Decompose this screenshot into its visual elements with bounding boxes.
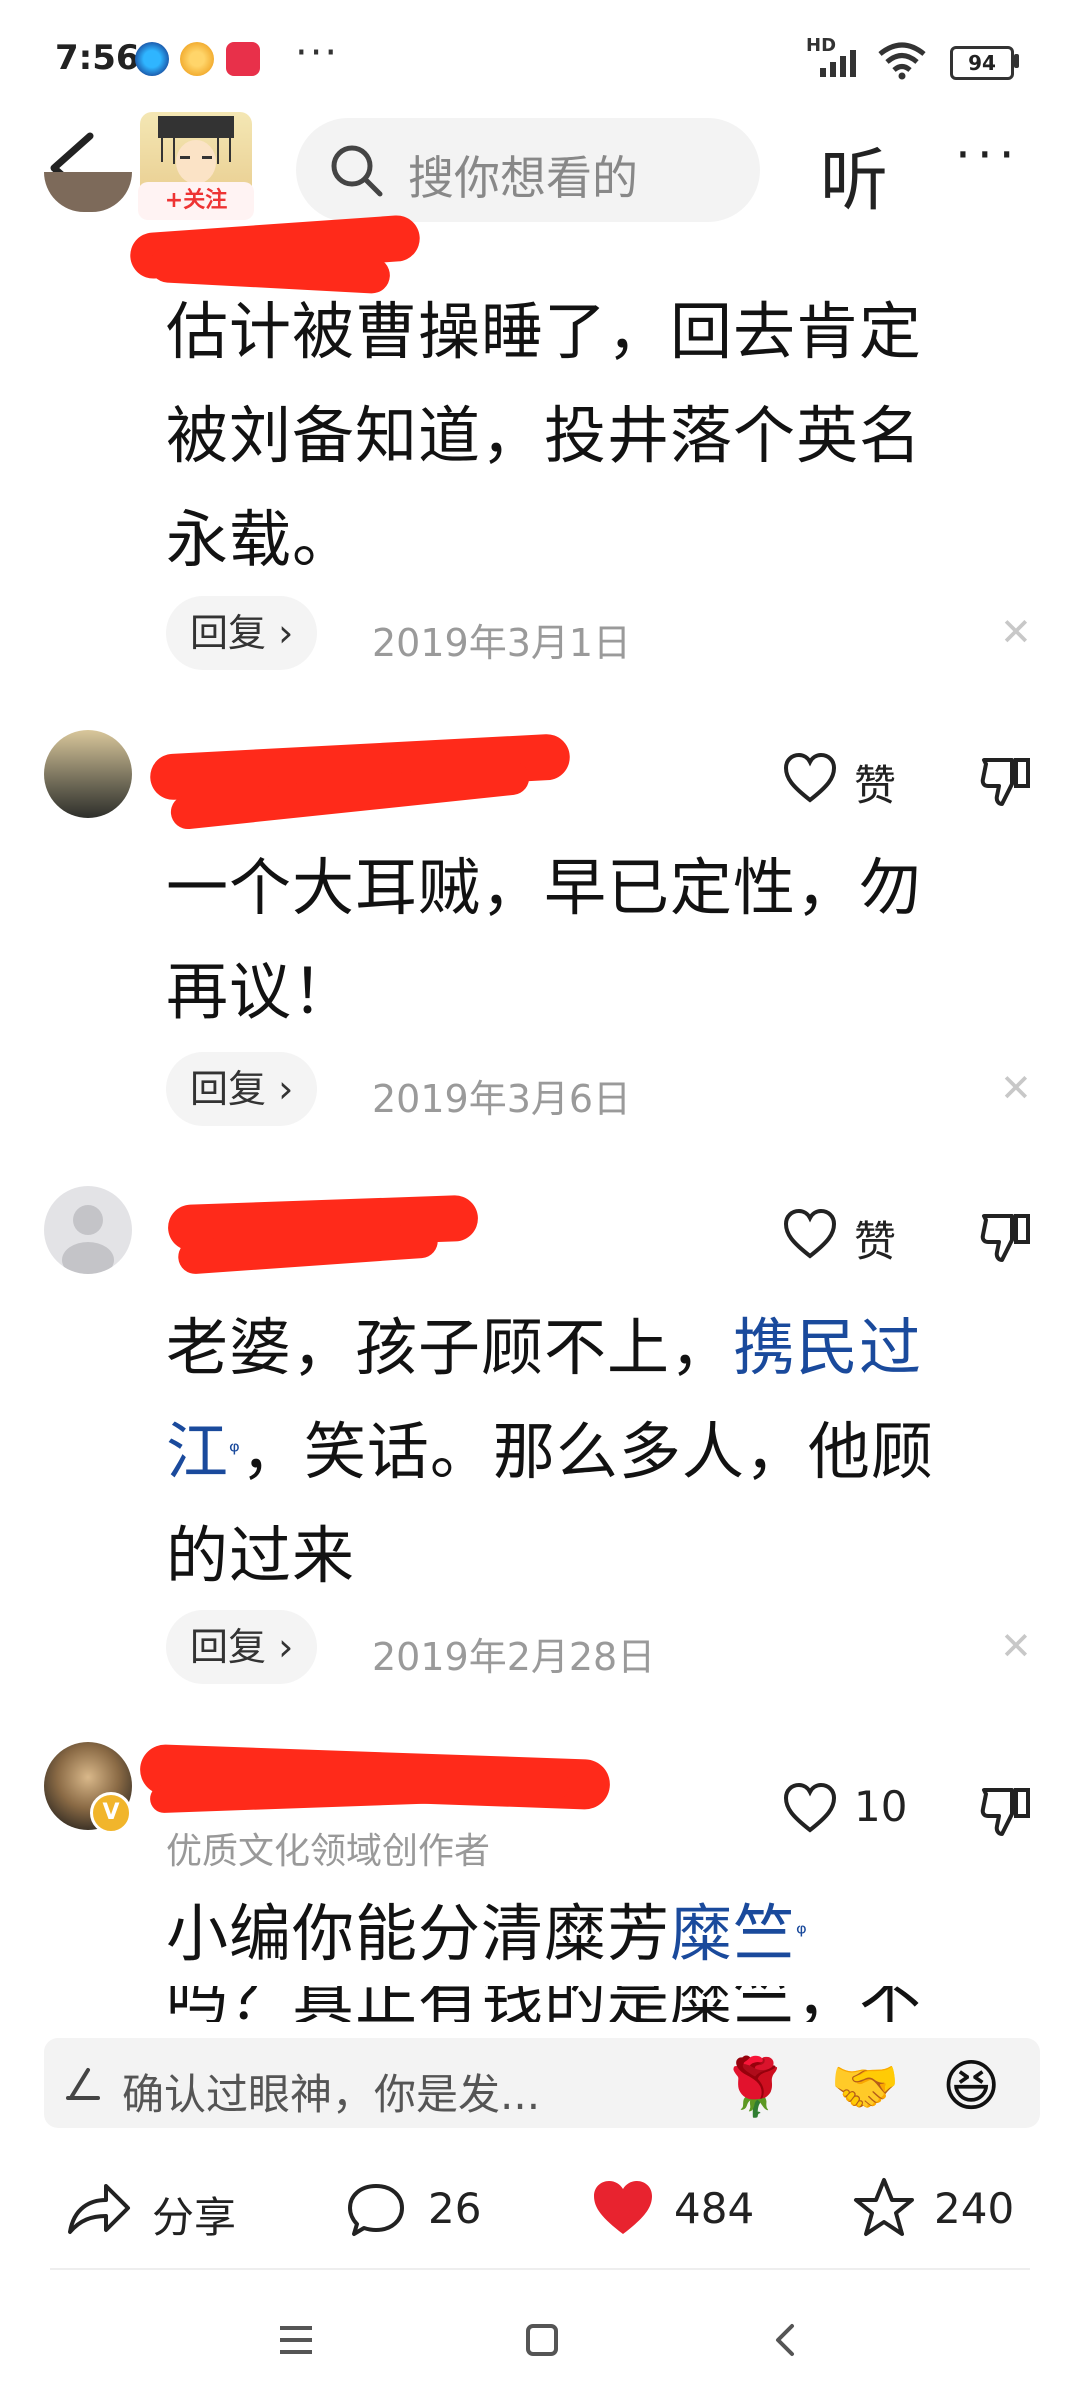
comment-text-line: 江ᵠ，笑话。那么多人，他顾 xyxy=(166,1400,934,1504)
comment-bubble-icon[interactable] xyxy=(346,2180,406,2240)
battery-tip xyxy=(1014,54,1019,68)
search-link-icon: ᵠ xyxy=(796,1919,808,1949)
dismiss-icon[interactable]: ✕ xyxy=(1000,610,1032,654)
pen-icon xyxy=(66,2068,100,2100)
search-placeholder: 搜你想看的 xyxy=(408,151,638,205)
home-nav-icon[interactable] xyxy=(524,2322,560,2358)
dismiss-icon[interactable]: ✕ xyxy=(1000,1624,1032,1668)
reply-label: 回复 xyxy=(190,1625,267,1669)
reply-button[interactable]: 回复 › xyxy=(166,1052,318,1126)
dislike-thumb-icon[interactable] xyxy=(978,1784,1034,1840)
comment-date: 2019年2月28日 xyxy=(372,1635,656,1679)
likes-count[interactable]: 484 xyxy=(674,2184,754,2233)
comment-text: 小编你能分清糜芳 xyxy=(166,1897,671,1970)
status-bar: 7:56 ··· HD 94 xyxy=(0,0,1080,120)
status-time: 7:56 xyxy=(55,38,140,78)
battery-indicator: 94 xyxy=(950,46,1014,80)
like-heart-icon[interactable] xyxy=(782,1208,838,1260)
default-user-icon xyxy=(62,1205,114,1274)
comment-text-line: 被刘备知道，投井落个英名 xyxy=(166,399,923,472)
dislike-thumb-icon[interactable] xyxy=(978,754,1034,810)
star-icon[interactable] xyxy=(852,2176,916,2238)
favorites-count[interactable]: 240 xyxy=(934,2184,1014,2233)
like-heart-icon[interactable] xyxy=(782,752,838,804)
topic-link[interactable]: 江 xyxy=(166,1415,229,1488)
status-more-icon: ··· xyxy=(295,30,340,76)
dislike-thumb-icon[interactable] xyxy=(978,1210,1034,1266)
app-notification-icon-2 xyxy=(180,42,214,76)
topic-link[interactable]: 携民过 xyxy=(733,1311,922,1384)
comment-text: ，笑话。那么多人，他顾 xyxy=(240,1415,934,1488)
comment-text-line: 永载。 xyxy=(166,503,356,576)
comment-text-line: 估计被曹操睡了，回去肯定 xyxy=(166,295,923,368)
divider xyxy=(50,2268,1030,2270)
chevron-right-icon: › xyxy=(266,611,294,655)
comment-text-line: 的过来 xyxy=(166,1519,356,1592)
comment-text-line: 吗？真正有钱的是糜竺，不 xyxy=(166,1986,922,2022)
more-menu-button[interactable]: ··· xyxy=(955,126,1021,184)
comment-text-line: 一个大耳贼，早已定性，勿 xyxy=(166,851,923,924)
listen-button[interactable]: 听 xyxy=(820,125,888,224)
like-count[interactable]: 10 xyxy=(854,1782,907,1831)
chevron-right-icon: › xyxy=(266,1067,294,1111)
comment-date: 2019年3月6日 xyxy=(372,1077,632,1121)
recents-nav-icon[interactable] xyxy=(276,2322,316,2358)
comment-overflow-clip: 吗？真正有钱的是糜竺，不 xyxy=(0,1986,1080,2022)
verified-badge-icon: V xyxy=(90,1792,132,1834)
comment-text-line: 再议！ xyxy=(166,955,356,1028)
follow-button[interactable]: +关注 xyxy=(138,182,254,220)
chevron-right-icon: › xyxy=(266,1625,294,1669)
author-tag: 优质文化领域创作者 xyxy=(166,1831,491,1872)
handshake-emoji-button[interactable]: 🤝 xyxy=(830,2054,900,2120)
share-icon[interactable] xyxy=(64,2178,132,2238)
search-icon xyxy=(331,145,383,197)
like-heart-filled-icon[interactable] xyxy=(590,2178,656,2238)
commenter-avatar[interactable] xyxy=(44,730,132,818)
comment-date: 2019年3月1日 xyxy=(372,621,632,665)
laughing-emoji-button[interactable]: 😆 xyxy=(942,2054,1000,2119)
comment-text-line: 老婆，孩子顾不上，携民过 xyxy=(166,1296,922,1400)
wifi-icon xyxy=(878,42,926,80)
comment-text: 老婆，孩子顾不上， xyxy=(166,1311,734,1384)
like-heart-icon[interactable] xyxy=(782,1782,838,1834)
reply-label: 回复 xyxy=(190,611,267,655)
comments-count[interactable]: 26 xyxy=(428,2184,481,2233)
like-label[interactable]: 赞 xyxy=(854,1208,896,1269)
back-nav-icon[interactable] xyxy=(770,2322,800,2358)
share-button[interactable]: 分享 xyxy=(152,2184,236,2245)
rose-emoji-button[interactable]: 🌹 xyxy=(720,2054,790,2120)
reply-label: 回复 xyxy=(190,1067,267,1111)
commenter-avatar[interactable] xyxy=(44,1186,132,1274)
comment-text-line: 小编你能分清糜芳糜竺ᵠ xyxy=(166,1882,808,1986)
reply-button[interactable]: 回复 › xyxy=(166,596,318,670)
app-notification-icon-3 xyxy=(226,42,260,76)
dismiss-icon[interactable]: ✕ xyxy=(1000,1066,1032,1110)
reply-button[interactable]: 回复 › xyxy=(166,1610,318,1684)
like-label[interactable]: 赞 xyxy=(854,752,896,813)
app-notification-icon-1 xyxy=(135,42,169,76)
comment-input-placeholder: 确认过眼神，你是发... xyxy=(122,2070,541,2119)
topic-link[interactable]: 糜竺 xyxy=(670,1897,796,1970)
signal-icon xyxy=(820,50,856,77)
search-link-icon: ᵠ xyxy=(229,1437,241,1467)
